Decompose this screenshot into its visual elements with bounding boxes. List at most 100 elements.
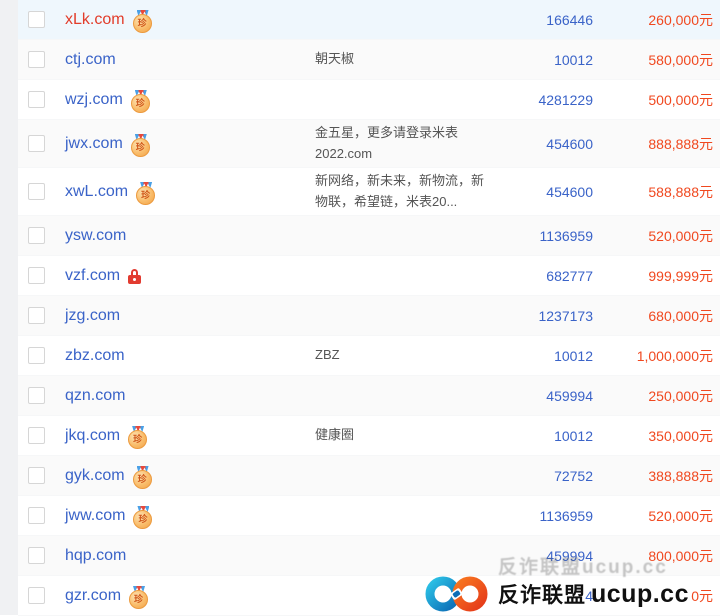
domain-description: ZBZ — [315, 345, 505, 365]
views-count[interactable]: 1237173 — [505, 308, 605, 324]
domain-cell: xwL.com珍 — [65, 180, 315, 203]
medal-icon: 珍 — [131, 134, 150, 155]
row-checkbox[interactable] — [28, 387, 45, 404]
views-count[interactable]: 682777 — [505, 268, 605, 284]
row-checkbox[interactable] — [28, 183, 45, 200]
domain-cell: jzg.com — [65, 307, 315, 325]
domain-link[interactable]: jkq.com — [65, 427, 120, 445]
price-label: 588,888元 — [605, 182, 720, 202]
medal-coin-icon: 珍 — [133, 470, 152, 489]
price-label: 888,888元 — [605, 134, 720, 154]
price-label: 388,888元 — [605, 466, 720, 486]
domain-description: 金五星，更多请登录米表2022.com — [315, 123, 505, 163]
row-checkbox[interactable] — [28, 135, 45, 152]
domain-link[interactable]: gzr.com — [65, 587, 121, 605]
views-count[interactable]: 72752 — [505, 468, 605, 484]
domain-link[interactable]: ctj.com — [65, 51, 116, 69]
medal-coin-icon: 珍 — [133, 14, 152, 33]
checkbox-cell — [18, 387, 65, 404]
row-checkbox[interactable] — [28, 51, 45, 68]
lock-icon — [128, 269, 141, 284]
views-count[interactable]: 1136959 — [505, 508, 605, 524]
row-checkbox[interactable] — [28, 467, 45, 484]
domain-link[interactable]: gyk.com — [65, 467, 125, 485]
checkbox-cell — [18, 427, 65, 444]
views-count[interactable]: 166446 — [505, 12, 605, 28]
row-checkbox[interactable] — [28, 227, 45, 244]
views-count[interactable]: 459994 — [505, 548, 605, 564]
views-count[interactable]: 10012 — [505, 428, 605, 444]
table-row: xLk.com 珍 166446260,000元 — [18, 0, 720, 40]
medal-coin-icon: 珍 — [131, 138, 150, 157]
table-row: ctj.com 朝天椒10012580,000元 — [18, 40, 720, 80]
domain-link[interactable]: qzn.com — [65, 387, 125, 405]
checkbox-cell — [18, 51, 65, 68]
price-label: 520,000元 — [605, 506, 720, 526]
table-row: jww.com珍1136959520,000元 — [18, 496, 720, 536]
table-row: wzj.com 珍 4281229500,000元 — [18, 80, 720, 120]
infinity-handshake-logo-icon — [423, 575, 493, 613]
row-checkbox[interactable] — [28, 347, 45, 364]
row-checkbox[interactable] — [28, 307, 45, 324]
views-count[interactable]: 454600 — [505, 184, 605, 200]
price-label: 350,000元 — [605, 426, 720, 446]
medal-icon: 珍 — [133, 10, 152, 31]
price-label: 580,000元 — [605, 50, 720, 70]
domain-cell: xLk.com 珍 — [65, 8, 315, 31]
row-checkbox[interactable] — [28, 267, 45, 284]
domain-cell: qzn.com — [65, 387, 315, 405]
price-label: 1,000,000元 — [605, 346, 720, 366]
watermark-org-label: 反诈联盟 — [498, 579, 586, 609]
checkbox-cell — [18, 507, 65, 524]
views-count[interactable]: 1136959 — [505, 228, 605, 244]
domain-cell: jwx.com 珍 — [65, 132, 315, 155]
domain-cell: hqp.com — [65, 547, 315, 565]
domain-link[interactable]: xLk.com — [65, 11, 125, 29]
views-count[interactable]: 454600 — [505, 136, 605, 152]
page-left-gutter — [0, 0, 18, 615]
medal-icon: 珍 — [129, 586, 148, 607]
table-row: hqp.com 459994800,000元 — [18, 536, 720, 576]
table-row: qzn.com 459994250,000元 — [18, 376, 720, 416]
domain-cell: jkq.com 珍 — [65, 424, 315, 447]
domain-link[interactable]: wzj.com — [65, 91, 123, 109]
checkbox-cell — [18, 587, 65, 604]
price-label: 500,000元 — [605, 90, 720, 110]
medal-coin-icon: 珍 — [128, 430, 147, 449]
medal-icon: 珍 — [131, 90, 150, 111]
table-row: jkq.com 珍 健康圈10012350,000元 — [18, 416, 720, 456]
price-label: 999,999元 — [605, 266, 720, 286]
row-checkbox[interactable] — [28, 507, 45, 524]
domain-link[interactable]: jwx.com — [65, 135, 123, 153]
table-row: gyk.com 珍 72752388,888元 — [18, 456, 720, 496]
domain-cell: ysw.com — [65, 227, 315, 245]
price-label: 250,000元 — [605, 386, 720, 406]
domain-description: 朝天椒 — [315, 49, 505, 69]
domain-link[interactable]: jww.com — [65, 507, 125, 525]
views-count[interactable]: 459994 — [505, 388, 605, 404]
watermark-site-label: ucup.cc — [591, 580, 689, 609]
views-count[interactable]: 4281229 — [505, 92, 605, 108]
domain-link[interactable]: zbz.com — [65, 347, 125, 365]
anti-fraud-watermark: 反诈联盟 ucup.cc — [423, 575, 689, 613]
views-count[interactable]: 10012 — [505, 52, 605, 68]
row-checkbox[interactable] — [28, 427, 45, 444]
row-checkbox[interactable] — [28, 11, 45, 28]
domain-link[interactable]: vzf.com — [65, 267, 120, 285]
views-count[interactable]: 10012 — [505, 348, 605, 364]
domain-cell: gyk.com 珍 — [65, 464, 315, 487]
row-checkbox[interactable] — [28, 587, 45, 604]
table-row: jwx.com 珍 金五星，更多请登录米表2022.com454600888,888… — [18, 120, 720, 168]
checkbox-cell — [18, 183, 65, 200]
domain-link[interactable]: ysw.com — [65, 227, 126, 245]
domain-link[interactable]: hqp.com — [65, 547, 126, 565]
checkbox-cell — [18, 91, 65, 108]
domain-cell: ctj.com — [65, 51, 315, 69]
price-label: 800,000元 — [605, 546, 720, 566]
row-checkbox[interactable] — [28, 91, 45, 108]
price-label: 260,000元 — [605, 10, 720, 30]
row-checkbox[interactable] — [28, 547, 45, 564]
domain-link[interactable]: xwL.com — [65, 183, 128, 201]
domain-link[interactable]: jzg.com — [65, 307, 120, 325]
domain-description: 健康圈 — [315, 425, 505, 445]
